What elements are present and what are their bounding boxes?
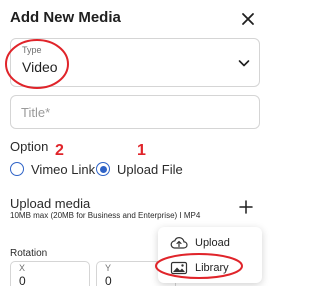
cloud-upload-icon (170, 236, 188, 249)
radio-vimeo-link-label: Vimeo Link (31, 161, 96, 177)
radio-button-unselected[interactable] (10, 162, 24, 176)
upload-media-subtitle: 10MB max (20MB for Business and Enterpri… (10, 211, 201, 220)
menu-item-library-label: Library (195, 262, 229, 274)
chevron-down-icon (238, 60, 250, 67)
annotation-number-2: 2 (55, 142, 64, 159)
dialog-title: Add New Media (10, 9, 121, 26)
annotation-number-1: 1 (137, 142, 146, 159)
add-new-media-dialog: Add New Media Type Video Option Vimeo Li… (0, 0, 268, 286)
rotation-y-label: Y (105, 263, 112, 273)
upload-source-menu: Upload Library (158, 227, 262, 283)
rotation-x-field[interactable]: X 0 (10, 261, 90, 286)
rotation-x-value: 0 (19, 274, 26, 286)
rotation-label: Rotation (10, 248, 48, 259)
menu-item-library[interactable]: Library (158, 256, 262, 280)
close-icon[interactable] (238, 9, 258, 29)
plus-icon[interactable] (239, 200, 253, 214)
rotation-y-value: 0 (105, 274, 112, 286)
rotation-x-label: X (19, 263, 26, 273)
radio-button-selected[interactable] (96, 162, 110, 176)
menu-item-upload[interactable]: Upload (158, 231, 262, 255)
title-input[interactable] (10, 95, 260, 129)
upload-media-title: Upload media (10, 196, 91, 211)
image-library-icon (170, 261, 188, 275)
radio-vimeo-link[interactable]: Vimeo Link (10, 160, 95, 178)
radio-upload-file[interactable]: Upload File (96, 160, 183, 178)
type-select-value: Video (22, 59, 58, 75)
type-select-label: Type (22, 45, 42, 55)
menu-item-upload-label: Upload (195, 237, 230, 249)
option-label: Option (10, 139, 49, 154)
radio-upload-file-label: Upload File (117, 161, 183, 177)
type-select[interactable]: Type Video (10, 38, 260, 87)
